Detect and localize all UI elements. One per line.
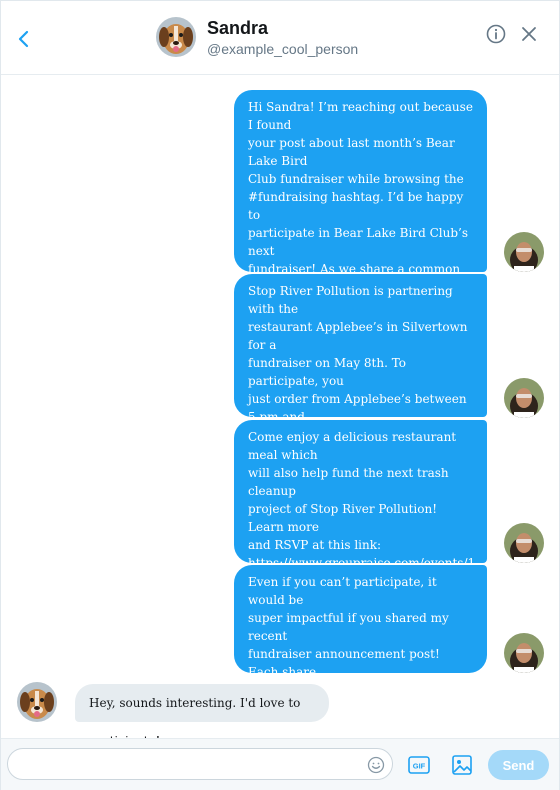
message-input[interactable] bbox=[7, 748, 393, 780]
conversation-header: Sandra @example_cool_person bbox=[1, 1, 559, 75]
gif-icon[interactable]: GIF bbox=[408, 756, 430, 774]
sent-message[interactable]: Come enjoy a delicious restaurant meal w… bbox=[234, 420, 487, 642]
contact-handle[interactable]: @example_cool_person bbox=[207, 41, 358, 57]
sent-message[interactable]: Even if you can’t participate, it would … bbox=[234, 565, 487, 733]
image-icon[interactable] bbox=[451, 754, 473, 776]
message-list[interactable]: Hi Sandra! I’m reaching out because I fo… bbox=[1, 75, 559, 748]
sent-message[interactable]: Stop River Pollution is partnering with … bbox=[234, 274, 487, 532]
received-message[interactable]: Hey, sounds interesting. I'd love to par… bbox=[75, 684, 329, 748]
info-icon[interactable] bbox=[485, 23, 507, 45]
dm-window: Sandra @example_cool_person Hi Sandra! I… bbox=[0, 0, 560, 790]
sender-avatar[interactable] bbox=[504, 232, 544, 272]
sender-avatar[interactable] bbox=[504, 523, 544, 563]
close-icon[interactable] bbox=[519, 24, 539, 44]
message-composer: GIF Send bbox=[1, 738, 559, 790]
contact-avatar[interactable] bbox=[17, 682, 57, 722]
sender-avatar[interactable] bbox=[504, 633, 544, 673]
contact-avatar[interactable] bbox=[156, 17, 196, 57]
chevron-left-icon[interactable] bbox=[13, 27, 35, 51]
send-button[interactable]: Send bbox=[488, 750, 549, 780]
emoji-icon[interactable] bbox=[367, 756, 385, 774]
gif-label: GIF bbox=[413, 762, 426, 771]
contact-name[interactable]: Sandra bbox=[207, 18, 268, 39]
sent-message[interactable]: Hi Sandra! I’m reaching out because I fo… bbox=[234, 90, 487, 384]
sender-avatar[interactable] bbox=[504, 378, 544, 418]
